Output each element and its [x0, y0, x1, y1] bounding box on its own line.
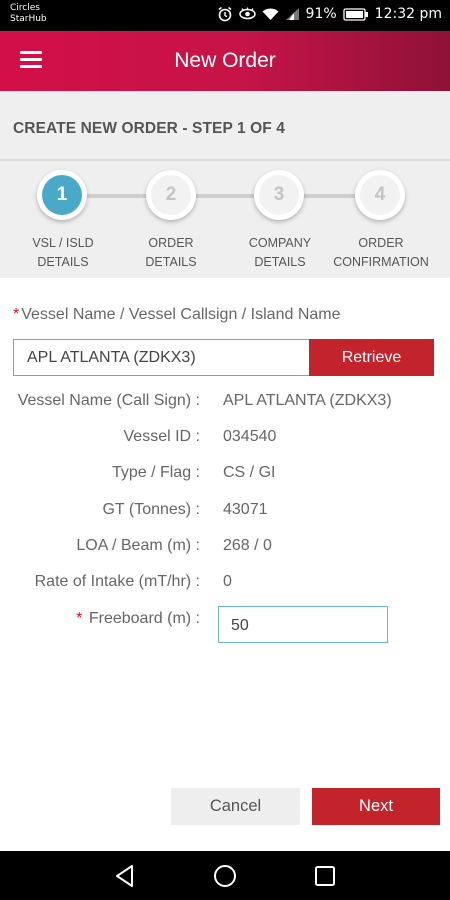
step-header-text: CREATE NEW ORDER - STEP 1 OF 4 — [13, 120, 285, 137]
freeboard-input[interactable] — [218, 606, 388, 643]
detail-value: 43071 — [223, 501, 268, 518]
detail-label: LOA / Beam (m) : — [76, 537, 200, 554]
back-icon[interactable] — [112, 863, 138, 889]
status-bar: Circles StarHub 91% 12:32 pm — [0, 0, 450, 31]
step-3-indicator[interactable]: 3 — [254, 170, 304, 220]
step-1-label-line2: DETAILS — [37, 255, 89, 269]
cancel-button[interactable]: Cancel — [171, 788, 300, 825]
detail-value: 034540 — [223, 428, 277, 445]
carrier-name-2: StarHub — [10, 14, 47, 24]
step-3-label-line2: DETAILS — [254, 255, 306, 269]
step-1-number: 1 — [42, 175, 82, 215]
required-marker: * — [13, 306, 20, 323]
signal-icon — [285, 7, 300, 21]
detail-label: Vessel Name (Call Sign) : — [17, 392, 200, 409]
detail-row-rate-of-intake: Rate of Intake (mT/hr) : 0 — [0, 573, 450, 595]
home-icon[interactable] — [212, 863, 238, 889]
step-3-label-line1: COMPANY — [248, 236, 312, 250]
stepper: 1 2 3 4 VSL / ISLD DETAILS ORDER DETAILS… — [0, 161, 450, 278]
step-4-indicator[interactable]: 4 — [355, 170, 405, 220]
detail-row-gt: GT (Tonnes) : 43071 — [0, 501, 450, 523]
step-4-label: ORDER CONFIRMATION — [326, 234, 436, 272]
detail-label: GT (Tonnes) : — [102, 501, 200, 518]
step-2-label: ORDER DETAILS — [116, 234, 226, 272]
clock: 12:32 pm — [374, 6, 442, 22]
freeboard-label-text: Freeboard (m) : — [88, 610, 200, 627]
page-title: New Order — [174, 49, 276, 72]
detail-row-vessel-id: Vessel ID : 034540 — [0, 428, 450, 450]
status-icons: 91% 12:32 pm — [217, 6, 442, 22]
alarm-icon — [217, 6, 233, 22]
step-4-number: 4 — [360, 175, 400, 215]
step-1-label: VSL / ISLD DETAILS — [8, 234, 118, 272]
recents-icon[interactable] — [312, 863, 338, 889]
detail-value: APL ATLANTA (ZDKX3) — [223, 392, 392, 409]
app-bar: New Order — [0, 31, 450, 91]
required-marker: * — [76, 610, 83, 627]
wifi-icon — [262, 7, 279, 21]
freeboard-label: * Freeboard (m) : — [76, 610, 200, 628]
detail-value: CS / GI — [223, 464, 276, 481]
vessel-field-label-text: Vessel Name / Vessel Callsign / Island N… — [21, 306, 341, 323]
stepper-track — [62, 194, 378, 198]
vessel-field-label: * Vessel Name / Vessel Callsign / Island … — [13, 306, 341, 324]
step-2-number: 2 — [151, 175, 191, 215]
detail-row-vessel-name: Vessel Name (Call Sign) : APL ATLANTA (Z… — [0, 392, 450, 414]
step-2-label-line1: ORDER — [148, 236, 194, 250]
eye-icon — [238, 7, 256, 21]
step-1-label-line1: VSL / ISLD — [32, 236, 94, 250]
detail-row-type-flag: Type / Flag : CS / GI — [0, 464, 450, 486]
detail-label: Vessel ID : — [123, 428, 200, 445]
step-header: CREATE NEW ORDER - STEP 1 OF 4 — [0, 91, 450, 161]
detail-value: 268 / 0 — [223, 537, 272, 554]
step-2-label-line2: DETAILS — [145, 255, 197, 269]
detail-row-loa-beam: LOA / Beam (m) : 268 / 0 — [0, 537, 450, 559]
retrieve-button[interactable]: Retrieve — [309, 339, 434, 376]
step-3-label: COMPANY DETAILS — [225, 234, 335, 272]
step-1-indicator[interactable]: 1 — [37, 170, 87, 220]
battery-icon — [343, 7, 369, 21]
carrier-name-1: Circles — [10, 3, 40, 13]
step-4-label-line2: CONFIRMATION — [333, 255, 429, 269]
next-button[interactable]: Next — [312, 788, 440, 825]
detail-value: 0 — [223, 573, 232, 590]
carrier-info: Circles StarHub — [10, 3, 47, 25]
vessel-search-input[interactable] — [13, 339, 309, 376]
step-2-indicator[interactable]: 2 — [146, 170, 196, 220]
step-4-label-line1: ORDER — [358, 236, 404, 250]
detail-label: Rate of Intake (mT/hr) : — [34, 573, 200, 590]
battery-percent: 91% — [305, 6, 337, 22]
system-nav-bar — [0, 851, 450, 900]
step-3-number: 3 — [259, 175, 299, 215]
detail-label: Type / Flag : — [111, 464, 200, 481]
